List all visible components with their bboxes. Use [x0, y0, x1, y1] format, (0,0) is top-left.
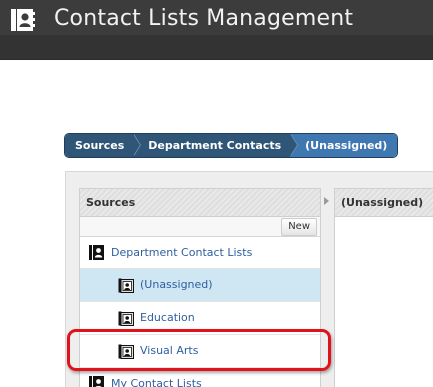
contact-card-icon — [118, 278, 134, 293]
sources-toolbar: New — [80, 217, 320, 237]
new-button[interactable]: New — [281, 218, 317, 236]
contact-card-icon — [118, 344, 134, 359]
app-header: Contact Lists Management — [0, 0, 433, 60]
unassigned-column-header: (Unassigned) — [335, 189, 433, 217]
list-item-department-contact-lists[interactable]: Department Contact Lists — [80, 237, 320, 269]
contacts-book-icon — [11, 9, 35, 31]
page-title: Contact Lists Management — [54, 6, 354, 31]
list-item-label: Department Contact Lists — [111, 246, 253, 259]
contacts-book-icon — [89, 245, 104, 260]
list-item-visual-arts[interactable]: Visual Arts — [80, 335, 320, 368]
contacts-book-icon — [89, 376, 104, 387]
breadcrumb-sources[interactable]: Sources — [65, 134, 142, 157]
breadcrumb-unassigned[interactable]: (Unassigned) — [290, 134, 398, 157]
column-browser: Sources New Department Contact Lists (Un… — [65, 171, 433, 387]
list-item-unassigned[interactable]: (Unassigned) — [80, 269, 320, 302]
sources-column-header: Sources — [80, 189, 320, 217]
list-item-label: Education — [140, 311, 195, 324]
list-item-my-contact-lists[interactable]: My Contact Lists — [80, 368, 320, 387]
column-expand-arrow-icon — [324, 197, 329, 205]
sources-column: Sources New Department Contact Lists (Un… — [79, 188, 321, 387]
list-item-label: Visual Arts — [140, 344, 199, 357]
contact-card-icon — [118, 311, 134, 326]
breadcrumb: Sources Department Contacts (Unassigned) — [65, 134, 398, 157]
unassigned-column: (Unassigned) — [334, 188, 433, 387]
list-item-label: My Contact Lists — [111, 377, 202, 387]
header-strip — [0, 35, 433, 59]
breadcrumb-department-contacts[interactable]: Department Contacts — [133, 134, 299, 157]
list-item-label: (Unassigned) — [140, 278, 213, 291]
list-item-education[interactable]: Education — [80, 302, 320, 335]
